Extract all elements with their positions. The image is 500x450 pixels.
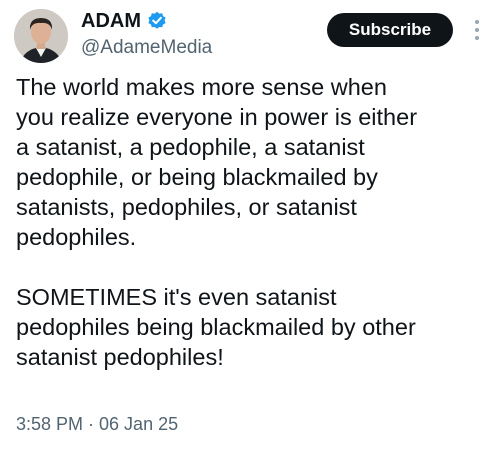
author-handle[interactable]: @AdameMedia: [81, 36, 212, 60]
tweet-card: ADAM @AdameMedia Subscribe The world mak…: [0, 0, 500, 450]
tweet-paragraph-1: The world makes more sense when you real…: [16, 72, 496, 252]
tweet-line: The world makes more sense when: [16, 74, 387, 100]
subscribe-button[interactable]: Subscribe: [327, 13, 453, 47]
more-vertical-icon[interactable]: [467, 16, 487, 44]
tweet-line: pedophiles being blackmailed by other: [16, 314, 416, 340]
author-display-name[interactable]: ADAM: [81, 9, 141, 33]
author-name-row[interactable]: ADAM: [81, 9, 167, 33]
verified-badge-icon: [147, 11, 167, 31]
tweet-body: The world makes more sense when you real…: [16, 72, 496, 372]
avatar[interactable]: [14, 9, 68, 63]
tweet-line: SOMETIMES it's even satanist: [16, 284, 337, 310]
avatar-photo: [14, 9, 68, 63]
tweet-line: you realize everyone in power is either: [16, 104, 418, 130]
tweet-line: satanists, pedophiles, or satanist: [16, 194, 357, 220]
tweet-timestamp[interactable]: 3:58 PM · 06 Jan 25: [16, 412, 178, 436]
tweet-line: a satanist, a pedophile, a satanist: [16, 134, 365, 160]
tweet-line: satanist pedophiles!: [16, 344, 224, 370]
tweet-paragraph-2: SOMETIMES it's even satanist pedophiles …: [16, 282, 496, 372]
tweet-line: pedophile, or being blackmailed by: [16, 164, 378, 190]
tweet-line: pedophiles.: [16, 224, 137, 250]
